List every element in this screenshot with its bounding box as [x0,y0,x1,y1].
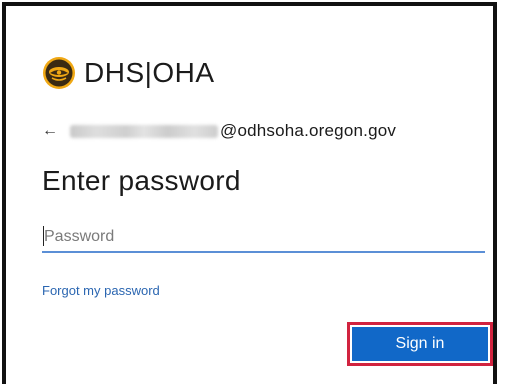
password-field[interactable] [42,223,485,253]
oregon-seal-icon [43,57,75,89]
back-arrow-icon[interactable]: ← [42,122,58,140]
brand-name: DHS|OHA [84,57,215,88]
account-identity: ← @odhsoha.oregon.gov [42,120,396,142]
redacted-username [70,124,218,138]
brand-header: DHS|OHA [42,55,215,91]
signin-button[interactable]: Sign in [352,327,488,361]
forgot-password-link[interactable]: Forgot my password [42,283,160,298]
page-title: Enter password [42,165,241,196]
signin-page: DHS|OHA ← @odhsoha.oregon.gov Enter pass… [0,0,507,384]
text-caret [43,226,44,246]
email-domain: @odhsoha.oregon.gov [220,121,397,140]
